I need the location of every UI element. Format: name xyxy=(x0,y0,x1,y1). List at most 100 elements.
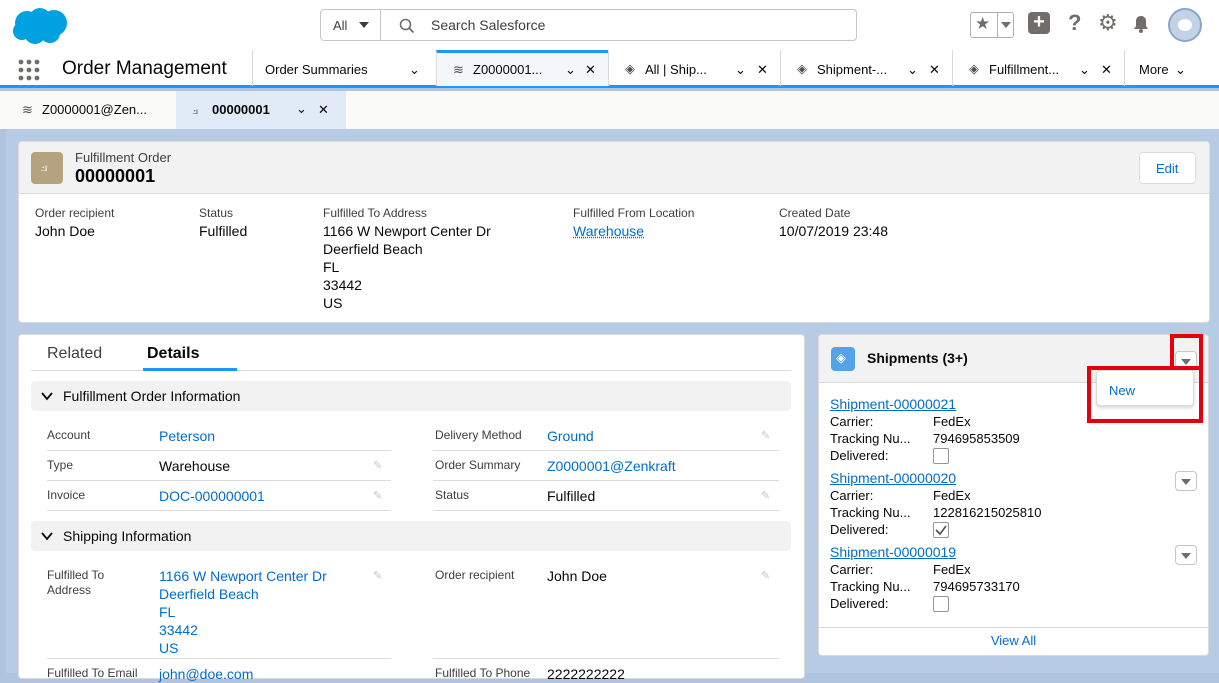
field-label: Status xyxy=(435,488,470,502)
highlight-box xyxy=(1170,334,1203,370)
gear-icon[interactable]: ⚙ xyxy=(1098,10,1118,36)
subtab-order-summary[interactable]: ≋ Z0000001@Zen... xyxy=(0,91,176,129)
address-link[interactable]: 1166 W Newport Center Dr xyxy=(159,567,327,585)
field-label: Order recipient xyxy=(435,568,515,582)
edit-pencil-icon[interactable]: ✎ xyxy=(373,489,382,502)
add-icon[interactable]: + xyxy=(1028,12,1050,34)
highlight-box xyxy=(1087,366,1203,423)
close-icon[interactable]: ✕ xyxy=(1101,62,1112,78)
field-label: Order recipient xyxy=(35,206,115,220)
app-nav-bar: Order Management Order Summaries ⌄ ≋ Z00… xyxy=(0,50,1219,88)
app-name: Order Management xyxy=(62,58,227,79)
address-line: Deerfield Beach xyxy=(323,241,423,257)
tab-order-summary-record[interactable]: ≋ Z0000001... ⌄ ✕ xyxy=(436,50,608,86)
invoice-link[interactable]: DOC-000000001 xyxy=(159,487,265,505)
chevron-down-icon xyxy=(41,532,53,541)
chevron-down-icon[interactable]: ⌄ xyxy=(409,62,420,78)
carrier-value: FedEx xyxy=(933,488,971,503)
box-icon: ◈ xyxy=(625,61,635,76)
search-scope-select[interactable]: All xyxy=(321,10,381,40)
active-tab-indicator xyxy=(143,368,237,371)
row-actions-button[interactable] xyxy=(1175,545,1197,565)
bell-icon[interactable] xyxy=(1131,14,1151,34)
chevron-down-icon[interactable]: ⌄ xyxy=(565,62,576,78)
tab-order-summaries[interactable]: Order Summaries ⌄ xyxy=(252,50,436,86)
address-link[interactable]: US xyxy=(159,639,178,657)
field-label: Fulfilled To Email xyxy=(47,666,138,680)
stack-icon: ≋ xyxy=(453,62,464,77)
edit-pencil-icon[interactable]: ✎ xyxy=(761,429,770,442)
email-link[interactable]: john@doe.com xyxy=(159,665,253,683)
chevron-down-icon[interactable]: ⌄ xyxy=(296,101,307,117)
address-link[interactable]: Deerfield Beach xyxy=(159,585,259,603)
row-actions-button[interactable] xyxy=(1175,471,1197,491)
tab-shipment-record[interactable]: ◈ Shipment-... ⌄ ✕ xyxy=(780,50,952,86)
delivered-checkbox xyxy=(933,596,949,612)
close-icon[interactable]: ✕ xyxy=(757,62,768,78)
tracking-value: 794695853509 xyxy=(933,431,1020,446)
chevron-down-icon[interactable] xyxy=(997,13,1014,37)
shipment-link[interactable]: Shipment-00000021 xyxy=(830,396,956,412)
fulfillment-order-icon: ⟓ xyxy=(31,152,63,184)
edit-pencil-icon[interactable]: ✎ xyxy=(761,489,770,502)
recipient-value: John Doe xyxy=(547,568,607,584)
workspace-subtabs: ≋ Z0000001@Zen... ⟓ 00000001 ⌄ ✕ xyxy=(0,91,1219,129)
shipment-link[interactable]: Shipment-00000020 xyxy=(830,470,956,486)
field-label: Invoice xyxy=(47,488,86,502)
chevron-down-icon[interactable]: ⌄ xyxy=(907,62,918,78)
close-icon[interactable]: ✕ xyxy=(929,62,940,78)
global-header: All Search Salesforce ★ + ? ⚙ xyxy=(0,0,1219,50)
edit-button[interactable]: Edit xyxy=(1139,152,1196,184)
salesforce-logo[interactable] xyxy=(10,6,68,46)
app-launcher-icon[interactable] xyxy=(18,59,40,81)
search-input[interactable]: Search Salesforce xyxy=(431,17,545,33)
divider xyxy=(433,658,779,659)
field-label: Delivery Method xyxy=(435,428,522,442)
favorites-button[interactable]: ★ xyxy=(970,12,1014,38)
shipment-link[interactable]: Shipment-00000019 xyxy=(830,544,956,560)
address-link[interactable]: 33442 xyxy=(159,621,198,639)
avatar[interactable] xyxy=(1168,8,1202,42)
field-label: Account xyxy=(47,428,91,442)
delivered-checkbox-checked xyxy=(933,522,949,538)
tracking-label: Tracking Nu... xyxy=(830,505,911,520)
account-link[interactable]: Peterson xyxy=(159,427,215,445)
close-icon[interactable]: ✕ xyxy=(318,102,329,118)
tab-all-shipments[interactable]: ◈ All | Ship... ⌄ ✕ xyxy=(608,50,780,86)
search-box[interactable]: All Search Salesforce xyxy=(320,9,857,41)
type-value: Warehouse xyxy=(159,458,231,474)
field-label: Order Summary xyxy=(435,458,521,472)
location-link[interactable]: Warehouse xyxy=(573,222,644,240)
section-fulfillment-info[interactable]: Fulfillment Order Information xyxy=(31,381,791,411)
field-label: Status xyxy=(199,206,234,220)
delivered-label: Delivered: xyxy=(830,596,889,611)
help-icon[interactable]: ? xyxy=(1068,10,1081,36)
close-icon[interactable]: ✕ xyxy=(585,62,596,78)
edit-pencil-icon[interactable]: ✎ xyxy=(373,459,382,472)
more-tabs-button[interactable]: More ⌄ xyxy=(1124,50,1219,86)
stack-icon: ≋ xyxy=(22,102,33,117)
view-all-link[interactable]: View All xyxy=(819,627,1208,655)
tab-fulfillment-record[interactable]: ◈ Fulfillment... ⌄ ✕ xyxy=(952,50,1124,86)
address-link[interactable]: FL xyxy=(159,603,175,621)
tab-details[interactable]: Details xyxy=(147,345,199,363)
field-label: Fulfilled To Address xyxy=(323,206,427,220)
edit-pencil-icon[interactable]: ✎ xyxy=(373,569,382,582)
order-summary-link[interactable]: Z0000001@Zenkraft xyxy=(547,457,676,475)
subtab-fulfillment-order[interactable]: ⟓ 00000001 ⌄ ✕ xyxy=(176,91,346,129)
edit-pencil-icon[interactable]: ✎ xyxy=(761,569,770,582)
check-icon xyxy=(935,525,947,536)
chevron-down-icon[interactable]: ⌄ xyxy=(1079,62,1090,78)
tracking-label: Tracking Nu... xyxy=(830,431,911,446)
chevron-down-icon[interactable]: ⌄ xyxy=(735,62,746,78)
shipments-title[interactable]: Shipments (3+) xyxy=(867,350,968,366)
tab-related[interactable]: Related xyxy=(47,345,102,363)
status-value: Fulfilled xyxy=(199,223,248,239)
divider xyxy=(47,658,391,659)
delivery-method-link[interactable]: Ground xyxy=(547,427,594,445)
delivered-label: Delivered: xyxy=(830,448,889,463)
chevron-down-icon xyxy=(359,22,369,28)
highlights-panel: ⟓ Fulfillment Order 00000001 Edit Order … xyxy=(18,141,1210,323)
section-shipping-info[interactable]: Shipping Information xyxy=(31,521,791,551)
record-header: ⟓ Fulfillment Order 00000001 Edit xyxy=(19,142,1209,194)
